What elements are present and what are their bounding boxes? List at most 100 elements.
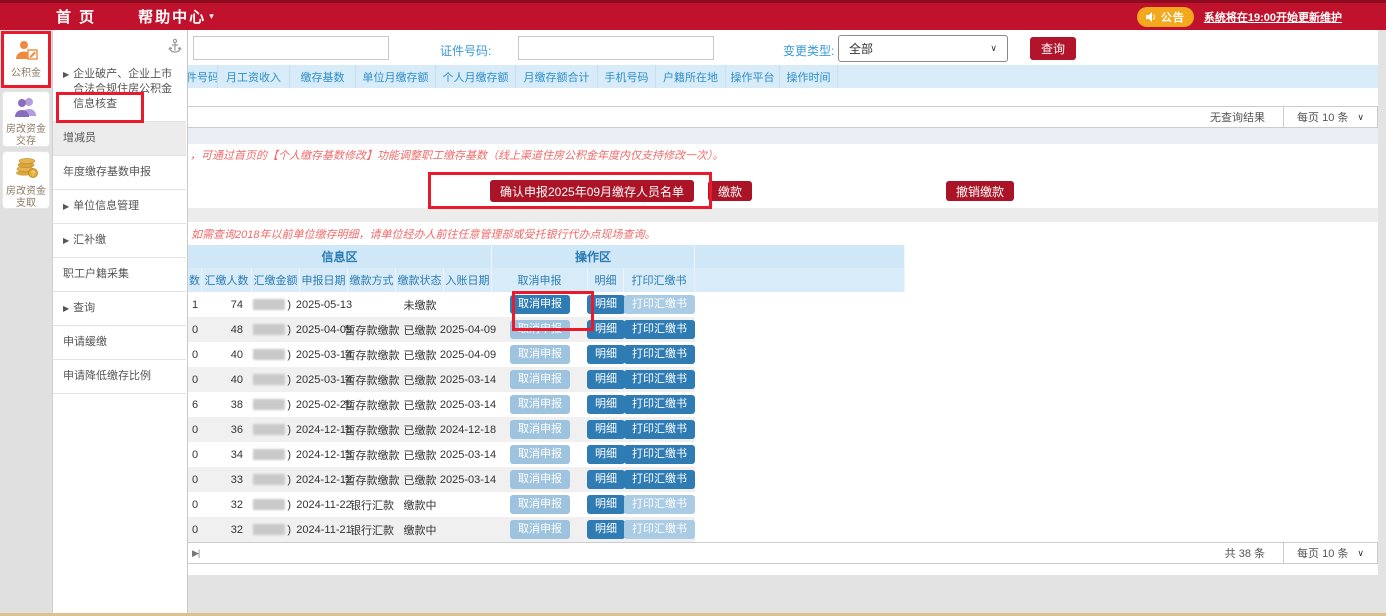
- group-header: 操作区: [492, 245, 695, 268]
- print-remittance-button[interactable]: 打印汇缴书: [624, 345, 695, 364]
- cell-declare-date: 2024-12-18: [300, 417, 348, 442]
- detail-button[interactable]: 明细: [587, 345, 625, 364]
- column-header: 数: [188, 268, 202, 292]
- cancel-declare-button[interactable]: 取消申报: [510, 420, 570, 439]
- cancel-declare-button[interactable]: 取消申报: [510, 470, 570, 489]
- menu-arrow-icon: ▶: [63, 199, 69, 214]
- print-remittance-button[interactable]: 打印汇缴书: [624, 295, 695, 314]
- redacted-amount: [253, 449, 285, 460]
- detail-button[interactable]: 明细: [587, 370, 625, 389]
- amount-suffix: ): [287, 524, 291, 536]
- table-row: 032)2024-11-21银行汇款缴款中取消申报明细打印汇缴书: [188, 517, 695, 542]
- print-remittance-button[interactable]: 打印汇缴书: [624, 420, 695, 439]
- page-size-select[interactable]: 每页 10 条 ∨: [1283, 543, 1378, 563]
- menu-item-6[interactable]: ▶查询: [53, 292, 186, 326]
- detail-button[interactable]: 明细: [587, 295, 625, 314]
- menu-item-label: 企业破产、企业上市合法合规住房公积金信息核查: [73, 67, 178, 112]
- nav-home[interactable]: 首 页: [56, 6, 96, 27]
- cancel-declare-button[interactable]: 取消申报: [510, 520, 570, 539]
- cell-amount: ): [252, 467, 300, 492]
- cell-people-count: 33: [202, 467, 252, 492]
- print-remittance-button[interactable]: 打印汇缴书: [624, 445, 695, 464]
- detail-button[interactable]: 明细: [587, 470, 625, 489]
- detail-button[interactable]: 明细: [587, 445, 625, 464]
- print-remittance-button[interactable]: 打印汇缴书: [624, 320, 695, 339]
- print-remittance-button[interactable]: 打印汇缴书: [624, 370, 695, 389]
- change-type-label: 变更类型:: [783, 42, 834, 59]
- keyword-input[interactable]: [193, 36, 389, 60]
- page-size-select[interactable]: 每页 10 条 ∨: [1283, 107, 1378, 127]
- cancel-declare-button[interactable]: 取消申报: [510, 320, 570, 339]
- detail-button[interactable]: 明细: [587, 395, 625, 414]
- sidebar-item-housing-fund-withdraw[interactable]: ? 房改资金支取: [2, 151, 50, 209]
- cell-people-count: 48: [202, 317, 252, 342]
- print-remittance-button[interactable]: 打印汇缴书: [624, 395, 695, 414]
- print-remittance-button[interactable]: 打印汇缴书: [624, 470, 695, 489]
- redacted-amount: [253, 424, 285, 435]
- confirm-declare-button[interactable]: 确认申报2025年09月缴存人员名单: [490, 180, 694, 202]
- cell-declare-date: 2024-12-13: [300, 442, 348, 467]
- cancel-declare-button[interactable]: 取消申报: [510, 395, 570, 414]
- page-size-value: 每页 10 条: [1297, 545, 1348, 561]
- detail-button[interactable]: 明细: [587, 520, 625, 539]
- system-notice: 公告 系统将在19:00开始更新维护: [1137, 7, 1342, 27]
- cancel-declare-button[interactable]: 取消申报: [510, 445, 570, 464]
- detail-button[interactable]: 明细: [587, 320, 625, 339]
- menu-item-0[interactable]: ▶企业破产、企业上市合法合规住房公积金信息核查: [53, 58, 186, 122]
- top-bar: 首 页 帮助中心▾ 公告 系统将在19:00开始更新维护: [0, 0, 1386, 30]
- cancel-declare-button[interactable]: 取消申报: [510, 345, 570, 364]
- menu-item-4[interactable]: ▶汇补缴: [53, 224, 186, 258]
- query-button[interactable]: 查询: [1030, 37, 1076, 60]
- nav-help-center[interactable]: 帮助中心▾: [138, 6, 214, 27]
- table-row: 174)2025-05-13未缴款取消申报明细打印汇缴书: [188, 292, 695, 317]
- cell-detail: 明细: [588, 492, 624, 517]
- table-row: 036)2024-12-18暂存款缴款已缴款2024-12-18取消申报明细打印…: [188, 417, 695, 442]
- cancel-declare-button[interactable]: 取消申报: [510, 370, 570, 389]
- divider-band: [188, 208, 1378, 222]
- table-row: 034)2024-12-13暂存款缴款已缴款2025-03-14取消申报明细打印…: [188, 442, 695, 467]
- cancel-declare-button[interactable]: 取消申报: [510, 295, 570, 314]
- sidebar-item-housing-fund-deposit[interactable]: 房改资金交存: [2, 91, 50, 147]
- cell-count: 1: [188, 292, 202, 317]
- cell-cancel: 取消申报: [492, 467, 588, 492]
- cancel-pay-button[interactable]: 撤销缴款: [946, 181, 1014, 201]
- query-result-header: 件号码月工资收入缴存基数单位月缴存额个人月缴存额月缴存额合计手机号码户籍所在地操…: [188, 65, 1378, 88]
- detail-button[interactable]: 明细: [587, 495, 625, 514]
- sidebar-item-provident-fund[interactable]: 公积金: [2, 33, 50, 87]
- person-edit-icon: [14, 39, 38, 61]
- change-type-select[interactable]: 全部 ∨: [838, 35, 1008, 62]
- cell-cancel: 取消申报: [492, 417, 588, 442]
- cell-print: 打印汇缴书: [624, 292, 695, 317]
- cell-detail: 明细: [588, 392, 624, 417]
- no-result-text: 无查询结果: [1210, 109, 1265, 125]
- anchor-icon[interactable]: [167, 38, 183, 54]
- pay-button[interactable]: 缴款: [708, 181, 752, 201]
- cell-pay-status: 已缴款: [396, 367, 444, 392]
- cell-entry-date: 2025-03-14: [444, 467, 492, 492]
- cell-pay-status: 已缴款: [396, 392, 444, 417]
- cancel-declare-button[interactable]: 取消申报: [510, 495, 570, 514]
- menu-item-8[interactable]: 申请降低缴存比例: [53, 360, 186, 394]
- menu-item-7[interactable]: 申请缓缴: [53, 326, 186, 360]
- redacted-amount: [253, 324, 285, 335]
- cell-count: 0: [188, 517, 202, 542]
- column-header: [695, 268, 905, 292]
- column-header: 操作时间: [780, 65, 838, 88]
- column-header: 月工资收入: [218, 65, 290, 88]
- cell-entry-date: 2024-12-18: [444, 417, 492, 442]
- print-remittance-button[interactable]: 打印汇缴书: [624, 495, 695, 514]
- cell-print: 打印汇缴书: [624, 317, 695, 342]
- maintenance-notice-link[interactable]: 系统将在19:00开始更新维护: [1204, 9, 1342, 25]
- detail-button[interactable]: 明细: [587, 420, 625, 439]
- cell-people-count: 32: [202, 492, 252, 517]
- menu-item-2[interactable]: 年度缴存基数申报: [53, 156, 186, 190]
- menu-item-3[interactable]: ▶单位信息管理: [53, 190, 186, 224]
- scroll-end-icon[interactable]: ▶|: [192, 548, 199, 559]
- print-remittance-button[interactable]: 打印汇缴书: [624, 520, 695, 539]
- cell-amount: ): [252, 292, 300, 317]
- id-number-input[interactable]: [518, 36, 714, 60]
- column-header: 缴款方式: [348, 268, 396, 292]
- chevron-down-icon: ∨: [1357, 548, 1364, 559]
- menu-item-5[interactable]: 职工户籍采集: [53, 258, 186, 292]
- menu-item-1[interactable]: 增减员: [53, 122, 186, 156]
